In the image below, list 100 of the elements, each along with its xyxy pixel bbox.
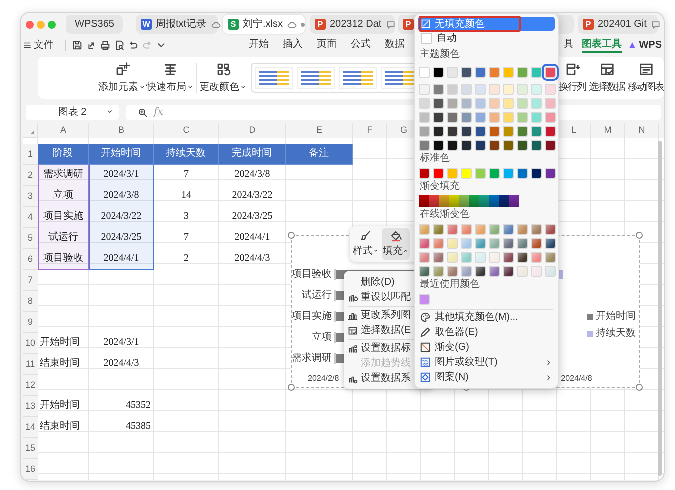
color-swatch[interactable]: [419, 140, 430, 150]
share-icon[interactable]: [86, 40, 97, 50]
color-swatch[interactable]: [545, 98, 556, 108]
color-swatch[interactable]: [503, 266, 514, 276]
color-swatch[interactable]: [531, 140, 542, 150]
color-swatch[interactable]: [447, 140, 458, 150]
color-swatch[interactable]: [531, 252, 542, 262]
color-swatch[interactable]: [503, 168, 514, 178]
color-swatch[interactable]: [489, 168, 500, 178]
ribbon-button[interactable]: 添加元素: [98, 62, 146, 94]
tab[interactable]: S 刘宁.xlsx: [223, 15, 305, 34]
color-swatch[interactable]: [433, 238, 444, 248]
row-header[interactable]: 9: [23, 312, 38, 333]
color-swatch[interactable]: [489, 224, 500, 234]
color-swatch[interactable]: [419, 112, 430, 122]
color-swatch[interactable]: [545, 112, 556, 122]
color-swatch[interactable]: [447, 126, 458, 136]
color-swatch[interactable]: [419, 98, 430, 108]
color-swatch[interactable]: [447, 224, 458, 234]
color-swatch[interactable]: [503, 84, 514, 94]
color-swatch[interactable]: [461, 112, 472, 122]
color-swatch[interactable]: [475, 168, 486, 178]
color-swatch[interactable]: [545, 238, 556, 248]
color-swatch[interactable]: [419, 66, 430, 78]
color-swatch[interactable]: [475, 252, 486, 262]
color-swatch[interactable]: [461, 84, 472, 94]
color-swatch[interactable]: [545, 266, 556, 276]
color-swatch[interactable]: [531, 266, 542, 276]
color-swatch[interactable]: [531, 238, 542, 248]
row-header[interactable]: 8: [23, 291, 38, 312]
color-swatch[interactable]: [503, 126, 514, 136]
color-swatch[interactable]: [447, 168, 458, 178]
menu-tab[interactable]: 插入: [276, 37, 310, 53]
color-swatch[interactable]: [489, 66, 500, 78]
tab[interactable]: WPS365: [66, 15, 123, 34]
fill-button[interactable]: 填充: [382, 228, 410, 260]
color-swatch[interactable]: [517, 252, 528, 262]
preview-icon[interactable]: [114, 40, 125, 50]
color-swatch[interactable]: [433, 224, 444, 234]
color-swatch[interactable]: [449, 195, 459, 207]
color-swatch[interactable]: [503, 252, 514, 262]
row-header[interactable]: 6: [23, 249, 38, 270]
vertical-scrollbar[interactable]: [658, 141, 662, 476]
color-swatch[interactable]: [545, 126, 556, 136]
color-swatch[interactable]: [489, 266, 500, 276]
close-button[interactable]: [26, 20, 34, 28]
column-header[interactable]: C: [154, 123, 219, 138]
color-swatch[interactable]: [419, 238, 430, 248]
menu-tab[interactable]: 具: [564, 37, 574, 53]
color-swatch[interactable]: [419, 195, 429, 207]
column-header[interactable]: E: [286, 123, 353, 138]
file-menu-button[interactable]: 文件: [23, 38, 59, 52]
color-swatch[interactable]: [461, 224, 472, 234]
color-swatch[interactable]: [433, 112, 444, 122]
color-swatch[interactable]: [429, 195, 439, 207]
color-swatch[interactable]: [461, 66, 472, 78]
resize-handle[interactable]: [636, 384, 643, 391]
row-header[interactable]: 4: [23, 207, 38, 228]
color-swatch[interactable]: [433, 84, 444, 94]
color-swatch[interactable]: [489, 98, 500, 108]
row-header[interactable]: 7: [23, 270, 38, 291]
color-swatch[interactable]: [517, 98, 528, 108]
undo-icon[interactable]: [128, 40, 139, 50]
row-header[interactable]: 15: [23, 438, 38, 459]
color-swatch[interactable]: [503, 112, 514, 122]
color-swatch[interactable]: [517, 112, 528, 122]
style-button[interactable]: 样式: [352, 228, 380, 260]
color-swatch[interactable]: [433, 140, 444, 150]
ai-button[interactable]: WPS: [628, 38, 662, 52]
tab[interactable]: P 202312 Dat: [310, 15, 395, 34]
row-header[interactable]: 13: [23, 396, 38, 417]
row-header[interactable]: 10: [23, 333, 38, 354]
resize-handle[interactable]: [288, 384, 295, 391]
column-header[interactable]: A: [38, 123, 89, 138]
color-swatch[interactable]: [475, 84, 486, 94]
color-swatch[interactable]: [545, 84, 556, 94]
resize-handle[interactable]: [288, 232, 295, 239]
color-swatch[interactable]: [419, 126, 430, 136]
column-header[interactable]: L: [557, 123, 591, 138]
row-header[interactable]: 3: [23, 186, 38, 207]
color-swatch[interactable]: [545, 224, 556, 234]
color-swatch[interactable]: [469, 195, 479, 207]
chart-style-thumbnail[interactable]: [339, 67, 377, 89]
color-swatch[interactable]: [459, 195, 469, 207]
ribbon-button[interactable]: 换行列: [559, 62, 586, 94]
color-swatch[interactable]: [447, 112, 458, 122]
color-swatch[interactable]: [489, 140, 500, 150]
color-swatch[interactable]: [531, 126, 542, 136]
color-swatch[interactable]: [531, 168, 542, 178]
row-header[interactable]: 14: [23, 417, 38, 438]
color-swatch[interactable]: [419, 84, 430, 94]
row-header[interactable]: 16: [23, 459, 38, 480]
color-swatch[interactable]: [419, 224, 430, 234]
color-swatch[interactable]: [475, 266, 486, 276]
color-swatch[interactable]: [439, 195, 449, 207]
column-header[interactable]: D: [219, 123, 286, 138]
color-swatch[interactable]: [489, 195, 499, 207]
color-swatch[interactable]: [489, 252, 500, 262]
print-icon[interactable]: [100, 40, 111, 50]
ribbon-button[interactable]: 快速布局: [146, 62, 194, 94]
